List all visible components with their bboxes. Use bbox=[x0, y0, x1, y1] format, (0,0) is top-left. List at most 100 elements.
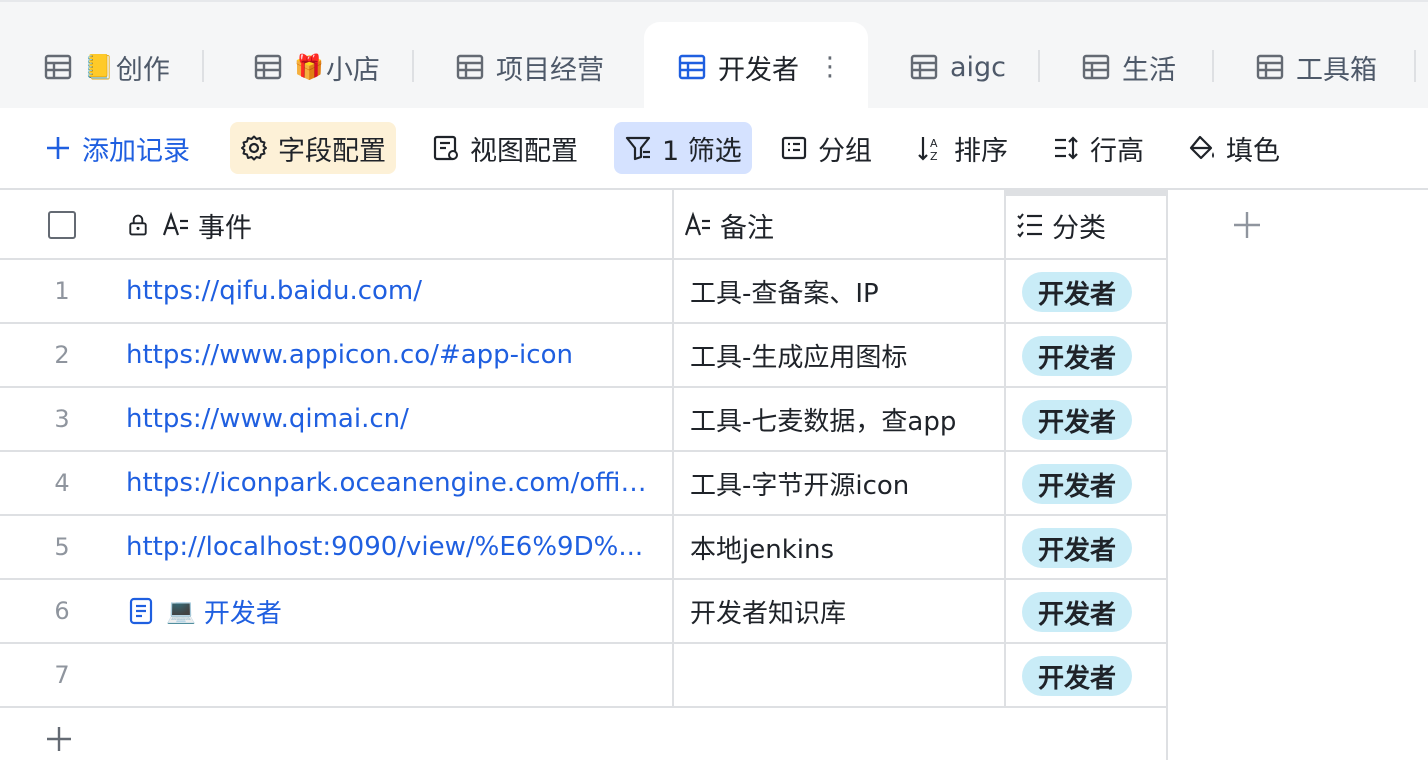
column-header-note[interactable]: 备注 bbox=[684, 190, 774, 260]
row-number: 6 bbox=[54, 597, 70, 625]
group-button[interactable]: 分组 bbox=[770, 122, 882, 174]
category-tag[interactable]: 开发者 bbox=[1022, 272, 1133, 312]
column-title: 分类 bbox=[1052, 212, 1106, 244]
category-tag[interactable]: 开发者 bbox=[1022, 400, 1133, 440]
tab-divider bbox=[1212, 50, 1214, 82]
column-title: 事件 bbox=[198, 212, 252, 244]
gear-icon bbox=[241, 135, 267, 161]
filter-button[interactable]: 1 筛选 bbox=[614, 122, 752, 174]
column-title: 备注 bbox=[720, 212, 774, 244]
tab-label: aigc bbox=[950, 51, 1007, 83]
category-tag[interactable]: 开发者 bbox=[1022, 528, 1133, 568]
tab-toolbox[interactable]: 工具箱 bbox=[1256, 22, 1377, 110]
sort-button[interactable]: AZ 排序 bbox=[906, 122, 1018, 174]
grid-right-border bbox=[1166, 190, 1168, 760]
category-tag[interactable]: 开发者 bbox=[1022, 464, 1133, 504]
column-divider bbox=[1004, 644, 1006, 708]
event-link[interactable]: https://iconpark.oceanengine.com/offic..… bbox=[126, 468, 658, 498]
column-divider bbox=[1004, 452, 1006, 516]
event-cell[interactable]: https://iconpark.oceanengine.com/offic..… bbox=[126, 452, 658, 514]
sort-label: 排序 bbox=[954, 135, 1008, 167]
add-record-button[interactable]: 添加记录 bbox=[34, 122, 200, 174]
event-link[interactable]: https://www.qimai.cn/ bbox=[126, 404, 409, 434]
lock-icon bbox=[129, 214, 147, 236]
event-link[interactable]: https://qifu.baidu.com/ bbox=[126, 276, 422, 306]
fill-color-label: 填色 bbox=[1226, 135, 1280, 167]
table-row[interactable]: 5 http://localhost:9090/view/%E6%9D%... … bbox=[0, 516, 1166, 580]
column-divider[interactable] bbox=[1004, 190, 1006, 260]
add-column-icon[interactable] bbox=[1230, 208, 1264, 242]
note-cell[interactable] bbox=[690, 644, 996, 706]
document-icon bbox=[129, 597, 153, 625]
tab-label: 小店 bbox=[325, 54, 380, 86]
column-divider bbox=[1004, 580, 1006, 644]
table-row[interactable]: 7 开发者 bbox=[0, 644, 1166, 708]
notebook-emoji-icon: 📒 bbox=[84, 53, 114, 81]
more-options-icon[interactable]: ⋮ bbox=[817, 54, 843, 80]
note-cell[interactable]: 本地jenkins bbox=[690, 516, 996, 578]
tab-shop[interactable]: 🎁 小店 bbox=[254, 22, 380, 110]
field-config-button[interactable]: 字段配置 bbox=[230, 122, 396, 174]
grid-view-icon bbox=[1256, 54, 1284, 80]
event-link[interactable]: https://www.appicon.co/#app-icon bbox=[126, 340, 573, 370]
column-header-category[interactable]: 分类 bbox=[1016, 190, 1106, 260]
column-divider bbox=[1004, 260, 1006, 324]
select-all-checkbox[interactable] bbox=[48, 211, 76, 239]
view-config-label: 视图配置 bbox=[470, 135, 578, 167]
category-tag[interactable]: 开发者 bbox=[1022, 336, 1133, 376]
event-cell[interactable]: https://qifu.baidu.com/ bbox=[126, 260, 658, 322]
note-cell[interactable]: 工具-字节开源icon bbox=[690, 452, 996, 514]
text-field-icon bbox=[162, 211, 188, 236]
row-height-button[interactable]: 行高 bbox=[1042, 122, 1154, 174]
tab-label: 开发者 bbox=[718, 54, 799, 86]
event-link[interactable]: http://localhost:9090/view/%E6%9D%... bbox=[126, 532, 643, 562]
tab-project[interactable]: 项目经营 bbox=[456, 22, 604, 110]
paint-bucket-icon bbox=[1189, 135, 1214, 160]
svg-text:A: A bbox=[930, 137, 938, 150]
tab-create[interactable]: 📒 创作 bbox=[44, 22, 170, 110]
note-cell[interactable]: 工具-查备案、IP bbox=[690, 260, 996, 322]
column-header-event[interactable]: 事件 bbox=[126, 190, 252, 260]
event-cell[interactable]: 💻 开发者 bbox=[126, 580, 658, 642]
filter-label: 1 筛选 bbox=[662, 135, 742, 167]
table-row[interactable]: 4 https://iconpark.oceanengine.com/offic… bbox=[0, 452, 1166, 516]
note-cell[interactable]: 开发者知识库 bbox=[690, 580, 996, 642]
column-divider bbox=[672, 260, 674, 324]
group-icon bbox=[781, 136, 807, 160]
add-record-label: 添加记录 bbox=[82, 135, 190, 167]
event-cell[interactable]: https://www.qimai.cn/ bbox=[126, 388, 658, 450]
row-number: 5 bbox=[54, 533, 70, 561]
tab-developer[interactable]: 开发者 ⋮ bbox=[644, 22, 868, 110]
grid-view-icon bbox=[678, 54, 706, 80]
tab-divider bbox=[412, 50, 414, 82]
row-height-label: 行高 bbox=[1090, 135, 1144, 167]
column-divider bbox=[672, 516, 674, 580]
tab-label: 生活 bbox=[1122, 54, 1176, 86]
table-row[interactable]: 2 https://www.appicon.co/#app-icon 工具-生成… bbox=[0, 324, 1166, 388]
note-cell[interactable]: 工具-七麦数据，查app bbox=[690, 388, 996, 450]
tab-life[interactable]: 生活 bbox=[1082, 22, 1176, 110]
grid-view-icon bbox=[1082, 54, 1110, 80]
column-divider bbox=[1004, 388, 1006, 452]
column-divider bbox=[672, 388, 674, 452]
view-config-button[interactable]: 视图配置 bbox=[422, 122, 588, 174]
grid-view-icon bbox=[910, 54, 938, 80]
tab-aigc[interactable]: aigc bbox=[910, 22, 1006, 110]
column-divider[interactable] bbox=[672, 190, 674, 260]
category-tag[interactable]: 开发者 bbox=[1022, 592, 1133, 632]
add-row-icon[interactable] bbox=[44, 724, 74, 754]
note-cell[interactable]: 工具-生成应用图标 bbox=[690, 324, 996, 386]
fill-color-button[interactable]: 填色 bbox=[1178, 122, 1290, 174]
event-link[interactable]: 开发者 bbox=[204, 593, 282, 630]
view-toolbar: 添加记录 字段配置 视图配置 1 筛选 分组 AZ 排序 行高 填色 bbox=[0, 108, 1428, 190]
event-cell[interactable]: http://localhost:9090/view/%E6%9D%... bbox=[126, 516, 658, 578]
tab-label: 工具箱 bbox=[1296, 54, 1377, 86]
column-divider bbox=[1004, 516, 1006, 580]
table-row[interactable]: 1 https://qifu.baidu.com/ 工具-查备案、IP 开发者 bbox=[0, 260, 1166, 324]
category-tag[interactable]: 开发者 bbox=[1022, 656, 1133, 696]
table-row[interactable]: 6 💻 开发者 开发者知识库 开发者 bbox=[0, 580, 1166, 644]
event-cell[interactable]: https://www.appicon.co/#app-icon bbox=[126, 324, 658, 386]
sort-icon: AZ bbox=[918, 137, 938, 162]
event-cell[interactable] bbox=[126, 644, 658, 706]
table-row[interactable]: 3 https://www.qimai.cn/ 工具-七麦数据，查app 开发者 bbox=[0, 388, 1166, 452]
